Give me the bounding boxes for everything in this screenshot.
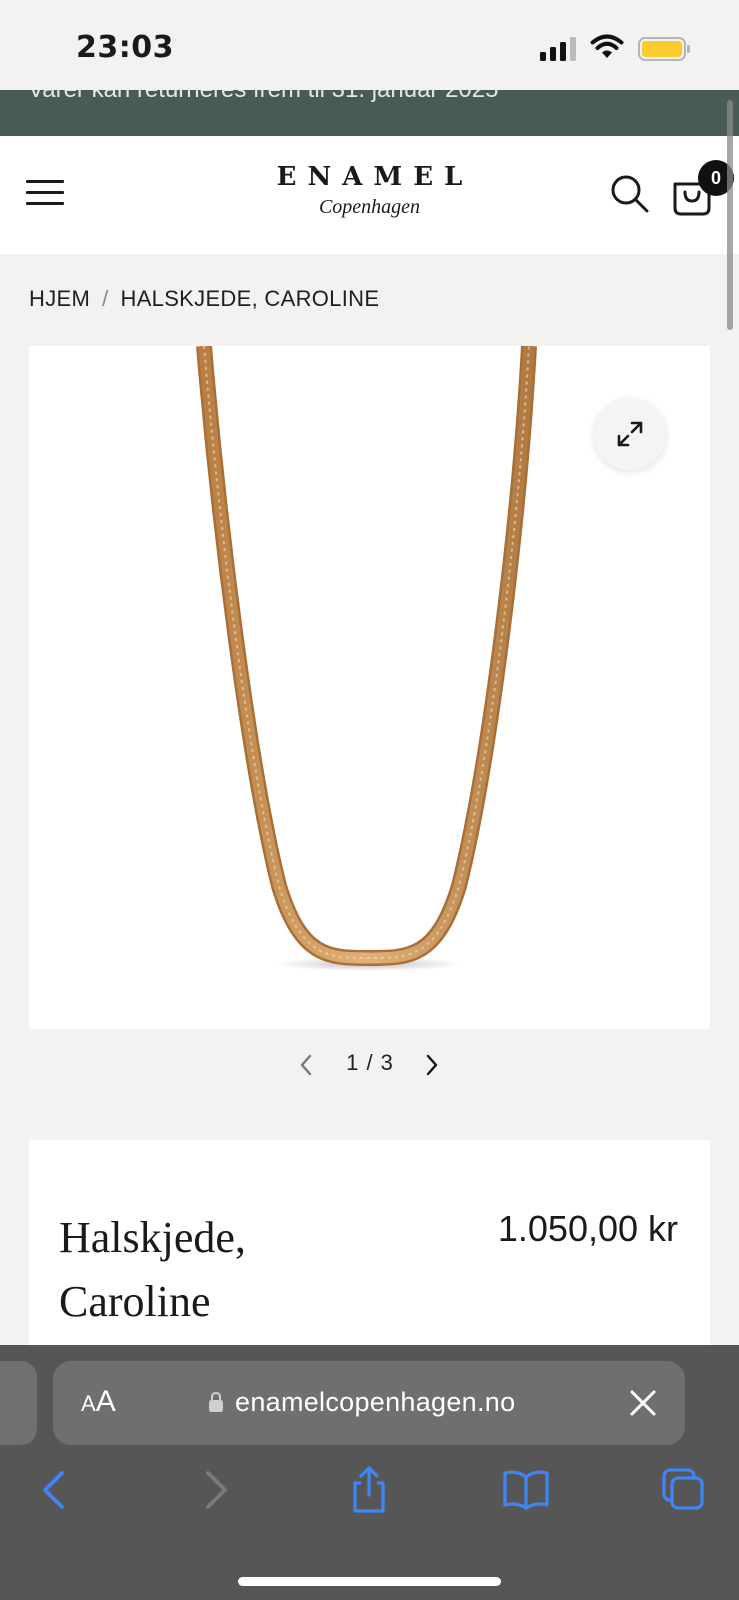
battery-icon [638, 37, 690, 61]
wifi-icon [590, 34, 624, 58]
site-header: ENAMEL Copenhagen 0 [0, 136, 739, 254]
gallery-counter: 1 / 3 [346, 1050, 394, 1075]
close-icon[interactable] [629, 1389, 657, 1417]
reader-text-size-button[interactable]: AA [81, 1385, 116, 1419]
product-title: Halskjede, Caroline [59, 1213, 246, 1326]
page-scrollbar[interactable] [727, 100, 733, 330]
previous-tab-peek[interactable] [0, 1361, 37, 1445]
url-text: enamelcopenhagen.no [235, 1387, 516, 1417]
cellular-signal-icon [540, 37, 576, 61]
chevron-left-icon[interactable] [296, 1052, 316, 1078]
home-indicator[interactable] [238, 1577, 501, 1586]
product-info-card: Halskjede, Caroline 1.050,00 kr [29, 1140, 710, 1380]
forward-arrow-icon[interactable] [190, 1465, 240, 1515]
expand-icon [617, 421, 643, 447]
back-arrow-icon[interactable] [30, 1465, 80, 1515]
breadcrumb-separator: / [102, 286, 109, 311]
announcement-text: Varer kan returneres frem til 31. januar… [28, 90, 498, 104]
breadcrumb-home-link[interactable]: HJEM [29, 286, 90, 311]
search-icon[interactable] [610, 174, 650, 214]
product-price: 1.050,00 kr [497, 1208, 678, 1249]
product-image-gallery[interactable] [29, 346, 710, 1029]
status-bar: 23:03 [0, 0, 739, 90]
breadcrumb: HJEM / HALSKJEDE, CAROLINE [29, 286, 379, 312]
address-bar[interactable]: AA enamelcopenhagen.no [53, 1361, 685, 1445]
status-time: 23:03 [76, 30, 174, 65]
tabs-icon[interactable] [658, 1465, 708, 1515]
chevron-right-icon[interactable] [422, 1052, 442, 1078]
breadcrumb-current: HALSKJEDE, CAROLINE [120, 286, 380, 311]
zoom-expand-button[interactable] [594, 398, 666, 470]
bookmarks-icon[interactable] [501, 1465, 551, 1515]
browser-nav-row [0, 1465, 739, 1525]
lock-icon [209, 1391, 223, 1412]
browser-toolbar: AA enamelcopenhagen.no [0, 1345, 739, 1600]
share-icon[interactable] [344, 1465, 394, 1515]
announcement-banner: Varer kan returneres frem til 31. januar… [0, 90, 739, 136]
